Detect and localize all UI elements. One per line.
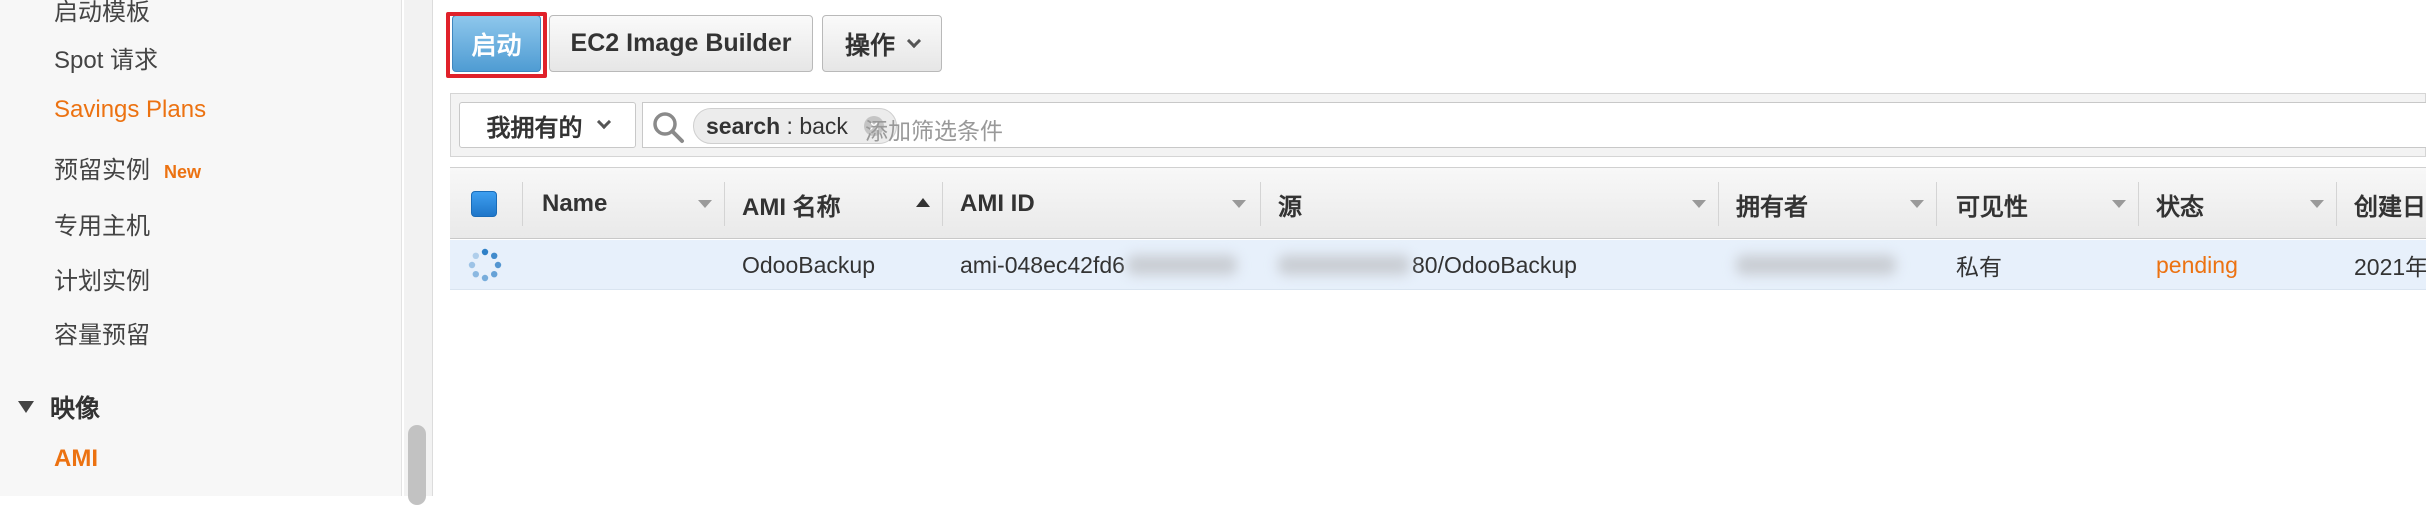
column-header-name[interactable]: Name bbox=[542, 168, 607, 240]
select-all-checkbox[interactable] bbox=[471, 191, 497, 217]
section-label: 映像 bbox=[50, 395, 101, 423]
filter-token-value: back bbox=[799, 112, 848, 139]
column-header-source[interactable]: 源 bbox=[1278, 168, 1302, 240]
sidebar-scrollbar-track[interactable] bbox=[404, 0, 432, 496]
redacted-block bbox=[1278, 255, 1410, 275]
sort-icon[interactable] bbox=[1692, 200, 1706, 208]
cell-source: 80/OdooBackup bbox=[1278, 240, 1577, 290]
pane-divider[interactable] bbox=[432, 0, 433, 496]
column-header-label: 可见性 bbox=[1956, 193, 2028, 221]
sidebar-item-label: AMI bbox=[54, 445, 98, 472]
column-header-label: 创建日 bbox=[2354, 193, 2426, 221]
sidebar-item-launch-templates[interactable]: 启动模板 bbox=[54, 0, 150, 27]
cell-created: 2021年 bbox=[2354, 254, 2426, 280]
sidebar-scrollbar-thumb[interactable] bbox=[408, 425, 426, 505]
sidebar-item-ami[interactable]: AMI bbox=[54, 445, 98, 473]
column-header-label: 拥有者 bbox=[1736, 193, 1808, 221]
column-header-visibility[interactable]: 可见性 bbox=[1956, 168, 2028, 240]
ec2-image-builder-button[interactable]: EC2 Image Builder bbox=[549, 15, 813, 72]
column-divider bbox=[1936, 182, 1937, 226]
search-placeholder: 添加筛选条件 bbox=[865, 118, 1003, 144]
sidebar-item-label: 启动模板 bbox=[54, 0, 150, 26]
chevron-down-icon bbox=[906, 33, 922, 48]
sort-icon[interactable] bbox=[2112, 200, 2126, 208]
sidebar-item-label: Savings Plans bbox=[54, 96, 207, 123]
column-divider bbox=[1260, 182, 1261, 226]
loading-spinner-icon bbox=[468, 248, 502, 282]
sidebar-item-label: 专用主机 bbox=[54, 213, 150, 240]
column-header-owner[interactable]: 拥有者 bbox=[1736, 168, 1808, 240]
column-header-label: 源 bbox=[1278, 193, 1302, 221]
sidebar-item-label: 计划实例 bbox=[54, 268, 150, 295]
column-header-created[interactable]: 创建日 bbox=[2354, 168, 2426, 240]
sidebar: 启动模板 Spot 请求 Savings Plans 预留实例 New 专用主机 … bbox=[0, 0, 402, 496]
search-input[interactable]: search : back ✕ 添加筛选条件 bbox=[642, 102, 2426, 148]
column-divider bbox=[724, 182, 725, 226]
sort-icon[interactable] bbox=[1232, 200, 1246, 208]
column-header-label: 状态 bbox=[2156, 193, 2204, 221]
table-row[interactable]: OdooBackup ami-048ec42fd6 80/OdooBackup … bbox=[450, 240, 2426, 290]
caret-down-icon bbox=[18, 401, 34, 413]
column-divider bbox=[1718, 182, 1719, 226]
column-divider bbox=[942, 182, 943, 226]
column-header-ami-id[interactable]: AMI ID bbox=[960, 168, 1035, 240]
column-header-label: AMI 名称 bbox=[742, 193, 841, 221]
actions-label: 操作 bbox=[844, 31, 895, 60]
sort-ascending-icon[interactable] bbox=[916, 198, 930, 207]
sidebar-item-savings-plans[interactable]: Savings Plans bbox=[54, 96, 206, 124]
owner-filter-dropdown[interactable]: 我拥有的 bbox=[459, 102, 636, 148]
redacted-block bbox=[1126, 255, 1237, 275]
sidebar-item-spot-requests[interactable]: Spot 请求 bbox=[54, 40, 158, 75]
chevron-down-icon bbox=[596, 114, 611, 130]
sidebar-section-images[interactable]: 映像 bbox=[18, 389, 100, 425]
search-icon bbox=[653, 112, 684, 143]
cell-visibility: 私有 bbox=[1956, 254, 2002, 280]
sidebar-item-label: 预留实例 bbox=[54, 157, 150, 184]
table-header: Name AMI 名称 AMI ID 源 拥有者 可见性 状态 创建日 bbox=[450, 167, 2426, 239]
sort-icon[interactable] bbox=[698, 200, 712, 208]
cell-owner bbox=[1736, 240, 1896, 290]
owner-filter-label: 我拥有的 bbox=[486, 114, 583, 142]
column-divider bbox=[2138, 182, 2139, 226]
column-header-status[interactable]: 状态 bbox=[2156, 168, 2204, 240]
filter-token-key: search bbox=[706, 112, 781, 139]
filter-token-sep: : bbox=[780, 112, 800, 139]
sort-icon[interactable] bbox=[1910, 200, 1924, 208]
status-badge: pending bbox=[2156, 251, 2238, 278]
redacted-block bbox=[1736, 255, 1896, 275]
sidebar-item-scheduled-instances[interactable]: 计划实例 bbox=[54, 261, 150, 296]
sidebar-item-capacity-reservations[interactable]: 容量预留 bbox=[54, 315, 150, 350]
filter-bar: 我拥有的 search : back ✕ 添加筛选条件 bbox=[450, 93, 2426, 157]
cell-ami-name: OdooBackup bbox=[742, 251, 875, 278]
sidebar-item-label: Spot 请求 bbox=[54, 47, 159, 74]
sidebar-item-label: 容量预留 bbox=[54, 322, 150, 349]
column-divider bbox=[522, 182, 523, 226]
actions-button[interactable]: 操作 bbox=[822, 15, 942, 72]
sidebar-item-reserved-instances[interactable]: 预留实例 New bbox=[54, 150, 201, 185]
column-header-label: AMI ID bbox=[960, 190, 1035, 217]
sidebar-item-dedicated-hosts[interactable]: 专用主机 bbox=[54, 206, 150, 241]
cell-ami-id: ami-048ec42fd6 bbox=[960, 240, 1237, 290]
column-header-ami-name[interactable]: AMI 名称 bbox=[742, 168, 841, 240]
cell-source-text: 80/OdooBackup bbox=[1412, 251, 1577, 278]
sort-icon[interactable] bbox=[2310, 200, 2324, 208]
cell-ami-id-text: ami-048ec42fd6 bbox=[960, 251, 1125, 278]
new-badge: New bbox=[164, 162, 202, 182]
column-header-label: Name bbox=[542, 190, 608, 217]
highlight-box bbox=[446, 12, 547, 78]
column-divider bbox=[2336, 182, 2337, 226]
